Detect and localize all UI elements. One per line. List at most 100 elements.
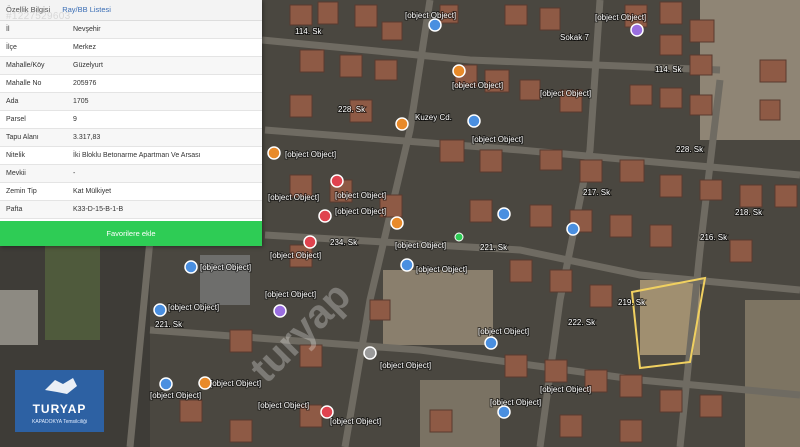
row-key: Mahalle No: [0, 74, 67, 93]
poi-pin-icon[interactable]: [184, 260, 198, 274]
row-key: Zemin Tip: [0, 182, 67, 201]
row-key: Ada: [0, 92, 67, 111]
street-label: 114. Sk: [655, 65, 683, 74]
row-value: Kat Mülkiyet: [67, 182, 262, 201]
place-label: [object Object]: [335, 207, 386, 216]
row-key: Mevkii: [0, 164, 67, 183]
street-label: 218. Sk: [735, 208, 763, 217]
poi-pin-icon[interactable]: [497, 405, 511, 419]
street-label: Sokak 7: [560, 33, 589, 42]
poi-pin-icon[interactable]: [159, 377, 173, 391]
table-row: Mahalle No 205976: [0, 74, 262, 93]
place-label: [object Object]: [540, 89, 591, 98]
table-row: Ada 1705: [0, 92, 262, 111]
poi-pin-icon[interactable]: [484, 336, 498, 350]
poi-pin-icon[interactable]: [428, 18, 442, 32]
table-row: Pafta K33-D-15-B-1-B: [0, 200, 262, 219]
street-label: 234. Sk: [330, 238, 358, 247]
street-label: 221. Sk: [155, 320, 183, 329]
row-value: 9: [67, 110, 262, 129]
handshake-icon: [45, 378, 77, 394]
poi-pin-icon[interactable]: [267, 146, 281, 160]
poi-pin-icon[interactable]: [320, 405, 334, 419]
table-row: Zemin Tip Kat Mülkiyet: [0, 182, 262, 201]
poi-pin-icon[interactable]: [395, 117, 409, 131]
street-label: 217. Sk: [583, 188, 611, 197]
logo-name: TURYAP: [32, 402, 87, 416]
poi-pin-icon[interactable]: [363, 346, 377, 360]
place-label: [object Object]: [478, 327, 529, 336]
listing-id-watermark: #1227529603: [6, 11, 71, 22]
row-value: Güzelyurt: [67, 56, 262, 75]
row-key: İlçe: [0, 38, 67, 57]
row-value: 3.317,83: [67, 128, 262, 147]
row-value: K33-D-15-B-1-B: [67, 200, 262, 219]
table-row: Mahalle/Köy Güzelyurt: [0, 56, 262, 75]
row-key: Mahalle/Köy: [0, 56, 67, 75]
row-key: Parsel: [0, 110, 67, 129]
poi-pin-icon[interactable]: [153, 303, 167, 317]
table-row: Nitelik İki Bloklu Betonarme Apartman Ve …: [0, 146, 262, 165]
street-label: 219. Sk: [618, 298, 646, 307]
place-label: [object Object]: [200, 263, 251, 272]
place-label: [object Object]: [490, 398, 541, 407]
row-value: 1705: [67, 92, 262, 111]
street-label: 114. Sk: [295, 27, 323, 36]
poi-pin-icon[interactable]: [330, 174, 344, 188]
table-row: İlçe Merkez: [0, 38, 262, 57]
poi-pin-icon[interactable]: [273, 304, 287, 318]
poi-pin-icon[interactable]: [303, 235, 317, 249]
street-label: 228. Sk: [676, 145, 704, 154]
street-label: 222. Sk: [568, 318, 596, 327]
place-label: [object Object]: [595, 13, 646, 22]
place-label: [object Object]: [168, 303, 219, 312]
logo-subtitle: KAPADOKYA Temsilciliği: [31, 419, 88, 425]
street-label: 216. Sk: [700, 233, 728, 242]
place-label: [object Object]: [270, 251, 321, 260]
poi-pin-icon[interactable]: [318, 209, 332, 223]
place-label: [object Object]: [395, 241, 446, 250]
table-row: Parsel 9: [0, 110, 262, 129]
row-key: İl: [0, 21, 67, 39]
poi-pin-icon[interactable]: [400, 258, 414, 272]
place-label: [object Object]: [150, 391, 201, 400]
place-label: [object Object]: [452, 81, 503, 90]
parcel-info-table: İl Nevşehir İlçe Merkez Mahalle/Köy Güzelyu…: [0, 21, 262, 219]
place-label: [object Object]: [472, 135, 523, 144]
row-key: Tapu Alanı: [0, 128, 67, 147]
row-value: 205976: [67, 74, 262, 93]
panel-tabs: Özellik Bilgisi Ray/BB Listesi #12275296…: [0, 0, 262, 22]
add-to-favorites-button[interactable]: Favorilere ekle: [0, 221, 262, 246]
place-label: [object Object]: [268, 193, 319, 202]
place-label: [object Object]: [416, 265, 467, 274]
place-label: [object Object]: [330, 417, 381, 426]
poi-pin-icon[interactable]: [452, 64, 466, 78]
parcel-info-panel: Özellik Bilgisi Ray/BB Listesi #12275296…: [0, 0, 262, 246]
poi-pin-icon[interactable]: [566, 222, 580, 236]
row-key: Nitelik: [0, 146, 67, 165]
street-label: 221. Sk: [480, 243, 508, 252]
place-label: [object Object]: [285, 150, 336, 159]
place-label: [object Object]: [210, 379, 261, 388]
place-label: [object Object]: [335, 191, 386, 200]
poi-pin-icon[interactable]: [198, 376, 212, 390]
place-label: [object Object]: [540, 385, 591, 394]
street-label: 228. Sk: [338, 105, 366, 114]
place-label: [object Object]: [380, 361, 431, 370]
place-label: [object Object]: [258, 401, 309, 410]
poi-pin-icon[interactable]: [497, 207, 511, 221]
row-value: -: [67, 164, 262, 183]
table-row: İl Nevşehir: [0, 21, 262, 39]
place-label: [object Object]: [405, 11, 456, 20]
poi-pin-icon[interactable]: [390, 216, 404, 230]
row-value: İki Bloklu Betonarme Apartman Ve Arsası: [67, 146, 262, 165]
table-row: Tapu Alanı 3.317,83: [0, 128, 262, 147]
poi-pin-icon[interactable]: [467, 114, 481, 128]
poi-pin-icon[interactable]: [630, 23, 644, 37]
row-value: Nevşehir: [67, 21, 262, 39]
parcel-marker-icon[interactable]: [454, 232, 464, 242]
street-label: Kuzey Cd.: [415, 113, 452, 122]
table-row: Mevkii -: [0, 164, 262, 183]
turyap-logo: TURYAP KAPADOKYA Temsilciliği: [15, 370, 104, 432]
row-key: Pafta: [0, 200, 67, 219]
